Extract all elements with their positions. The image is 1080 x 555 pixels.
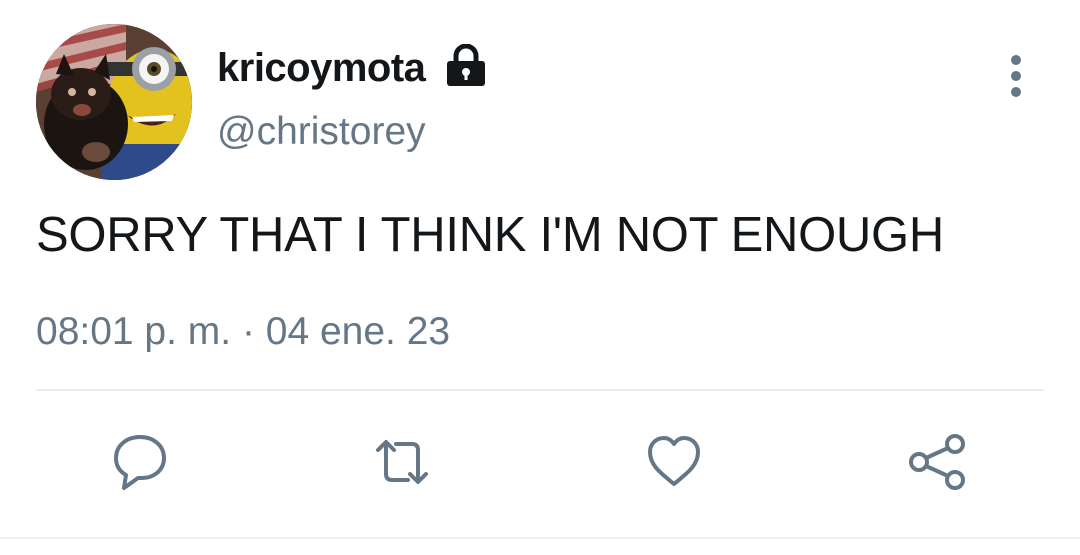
tweet-text: SORRY THAT I THINK I'M NOT ENOUGH: [36, 208, 944, 262]
tweet-timestamp[interactable]: 08:01 p. m. · 04 ene. 23: [36, 310, 450, 354]
share-icon[interactable]: [905, 430, 969, 494]
display-name[interactable]: kricoymota: [217, 46, 426, 91]
heart-icon[interactable]: [642, 430, 706, 494]
avatar-image: [36, 24, 192, 180]
more-vertical-icon[interactable]: [1001, 52, 1031, 100]
divider: [36, 389, 1044, 391]
retweet-icon[interactable]: [370, 430, 434, 494]
avatar[interactable]: [36, 24, 192, 180]
display-name-row: kricoymota: [217, 40, 487, 96]
tweet-card: kricoymota @christorey SORRY THAT I THIN…: [0, 0, 1080, 555]
bottom-divider: [0, 537, 1080, 539]
lock-icon: [445, 43, 487, 88]
user-handle[interactable]: @christorey: [217, 110, 426, 154]
reply-icon[interactable]: [108, 430, 172, 494]
